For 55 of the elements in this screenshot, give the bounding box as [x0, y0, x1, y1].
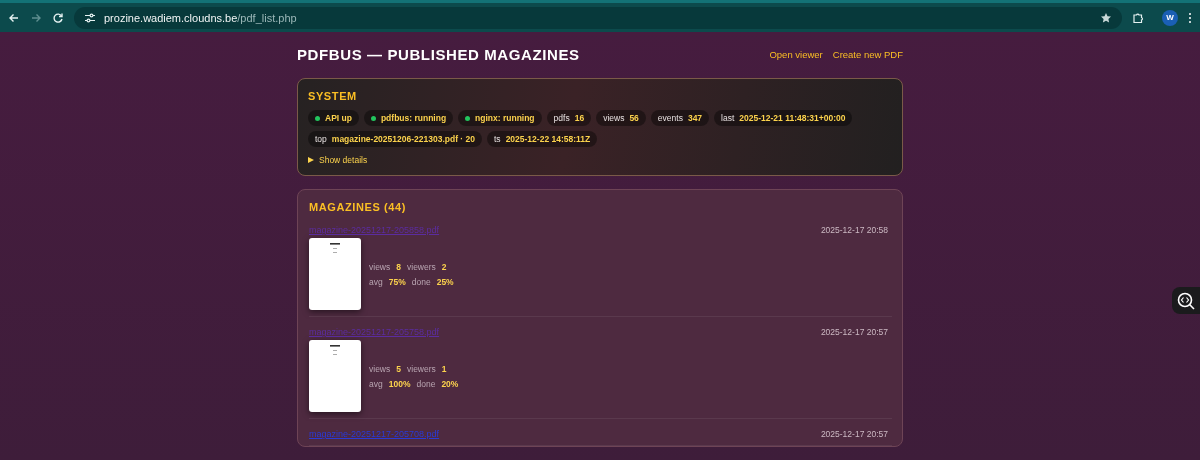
stat-label: avg [369, 276, 383, 287]
magnifier-code-icon [1176, 290, 1196, 311]
stat-value: 100% [388, 378, 411, 389]
chip-value: magazine-20251206-221303.pdf · 20 [331, 134, 475, 144]
chip-value: 2025-12-21 11:48:31+00:00 [739, 113, 846, 123]
pdf-thumbnail[interactable] [309, 238, 361, 310]
pdf-thumbnail[interactable] [309, 340, 361, 412]
chip-value: 347 [687, 113, 703, 123]
inspect-button[interactable] [1172, 287, 1200, 314]
card-title: SYSTEM [308, 90, 358, 102]
reload-icon[interactable] [52, 11, 64, 24]
stat-value: 8 [396, 261, 401, 272]
chip-label: events [657, 113, 683, 123]
chip-label: pdfbus: running [380, 113, 447, 123]
stat-label: viewers [407, 363, 436, 374]
stat-value: 5 [396, 363, 401, 374]
stat-value: 2 [441, 261, 447, 272]
stat-value: 20% [441, 378, 459, 389]
chip-label: top [315, 134, 327, 144]
chip-label: pdfs [553, 113, 570, 123]
profile-avatar[interactable]: W [1162, 9, 1178, 26]
chip-label: nginx: running [475, 113, 535, 123]
stat-label: done [411, 276, 431, 287]
chip-label: ts [494, 134, 501, 144]
date-text: 2025-12-17 20:57 [820, 327, 888, 337]
back-icon[interactable] [8, 11, 20, 24]
url-path: /pdf_list.php [237, 11, 297, 24]
card-title: MAGAZINES (44) [309, 201, 408, 213]
page-title: PDFBUS — PUBLISHED MAGAZINES [297, 46, 580, 63]
stat-label: avg [369, 378, 383, 389]
menu-icon[interactable] [1188, 11, 1192, 24]
chip-value: 56 [629, 113, 639, 123]
address-bar[interactable]: prozine.wadiem.cloudns.be/pdf_list.php [74, 6, 1122, 29]
date-text: 2025-12-17 20:58 [820, 225, 888, 235]
header-link[interactable]: Open viewer [769, 49, 823, 60]
date-text: 2025-12-17 20:57 [820, 429, 888, 439]
stat-label: views [369, 363, 391, 374]
stat-label: viewers [407, 261, 436, 272]
url-host: prozine.wadiem.cloudns.be [104, 11, 238, 24]
stat-value: 75% [388, 276, 406, 287]
chip-label: API up [325, 113, 352, 123]
star-icon[interactable] [1100, 11, 1112, 24]
stat-label: done [416, 378, 436, 389]
chip-label: last [721, 113, 735, 123]
chip-value: 16 [574, 113, 585, 123]
stat-value: 1 [441, 363, 447, 374]
stat-label: views [369, 261, 391, 272]
chip-value: 2025-12-22 14:58:11Z [505, 134, 591, 144]
triangle-icon [308, 157, 314, 163]
chip-label: views [603, 113, 625, 123]
stat-value: 25% [436, 276, 454, 287]
puzzle-icon[interactable] [1132, 11, 1144, 24]
details-toggle[interactable]: Show details [308, 155, 892, 165]
site-settings-icon[interactable] [84, 11, 96, 24]
header-link[interactable]: Create new PDF [832, 49, 903, 60]
